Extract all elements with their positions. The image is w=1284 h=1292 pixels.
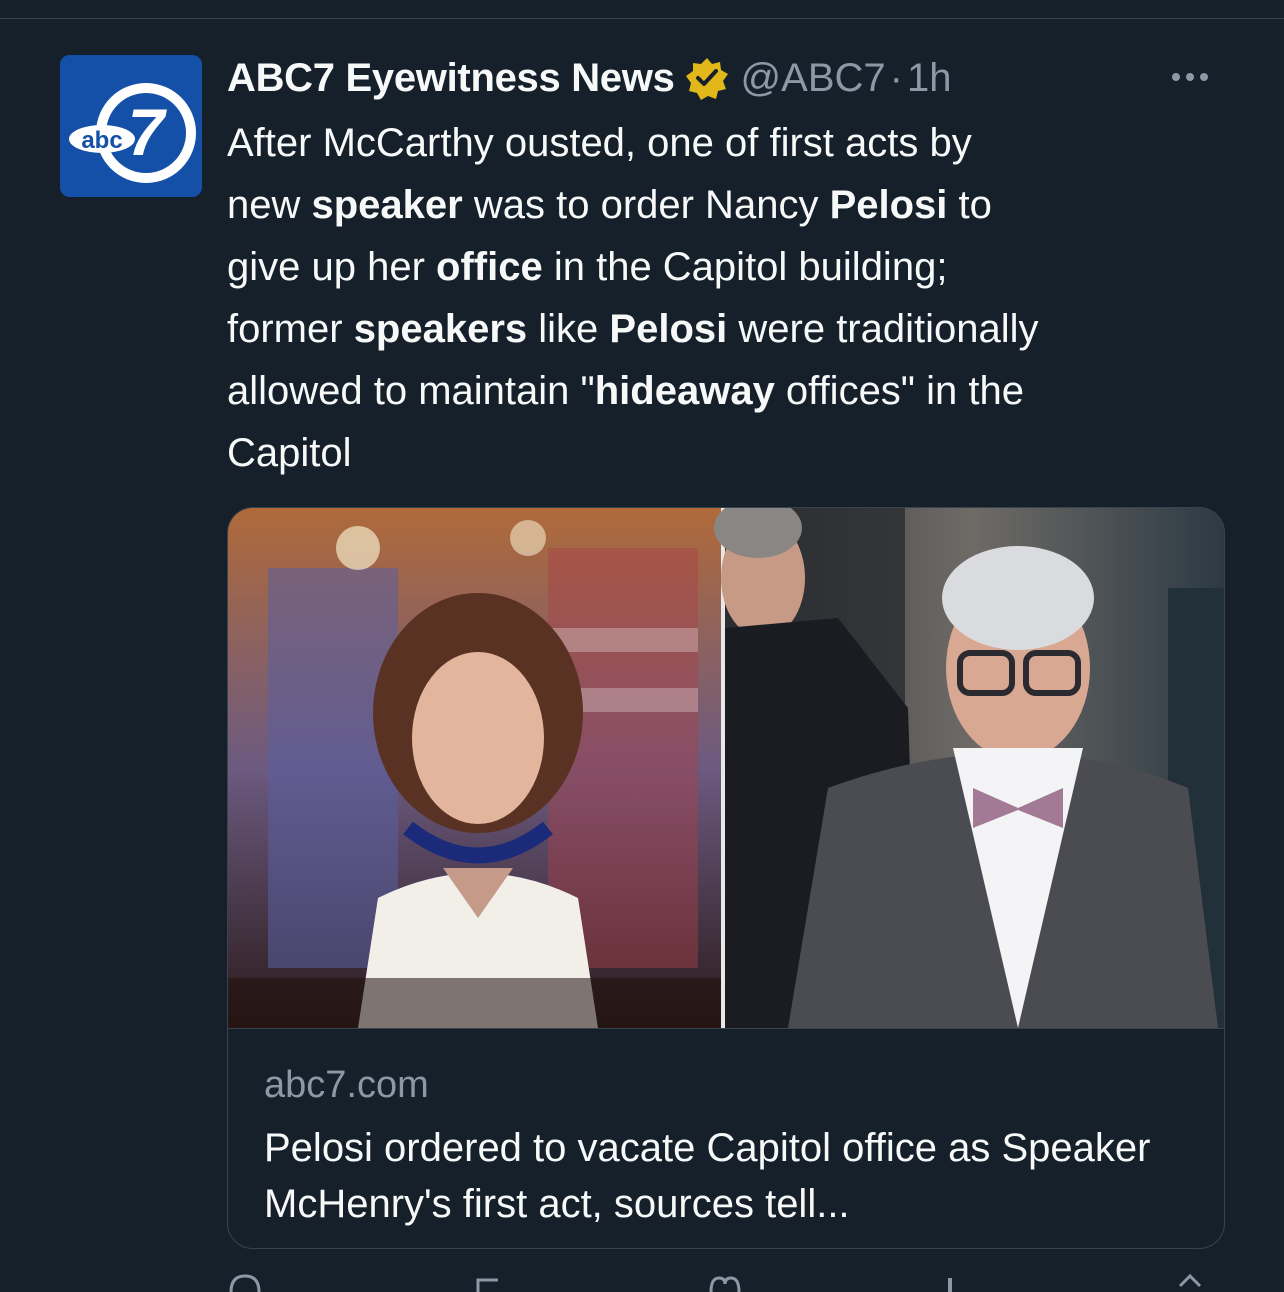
text-segment: was to order Nancy <box>462 183 830 227</box>
action-bar <box>227 1272 1227 1292</box>
author-handle[interactable]: @ABC7 <box>741 56 886 101</box>
avatar-logo-text: abc <box>81 127 122 154</box>
avatar[interactable]: 7 abc <box>60 55 202 197</box>
views-icon[interactable] <box>932 1272 968 1292</box>
text-segment: new <box>227 183 312 227</box>
like-icon[interactable] <box>707 1272 743 1292</box>
top-divider <box>0 18 1284 19</box>
tweet-text-line: former speakers like Pelosi were traditi… <box>227 298 1237 360</box>
highlighted-term: speaker <box>311 183 463 227</box>
avatar-logo-number: 7 <box>128 95 168 169</box>
tweet-text-line: allowed to maintain "hideaway offices" i… <box>227 360 1237 422</box>
highlighted-term: Pelosi <box>829 183 948 227</box>
verified-badge-icon <box>685 58 728 100</box>
text-segment: give up her <box>227 245 437 289</box>
text-segment: former <box>227 307 354 351</box>
abc7-logo-icon: 7 abc <box>60 55 202 197</box>
header-separator: · <box>889 55 903 100</box>
text-segment: like <box>527 307 610 351</box>
tweet-text-line: Capitol <box>227 422 1237 484</box>
tweet-timestamp[interactable]: 1h <box>907 56 952 101</box>
text-segment: to <box>947 183 992 227</box>
card-image <box>228 508 1224 1029</box>
tweet-header: ABC7 Eyewitness News @ABC7 · 1h <box>227 50 951 106</box>
text-segment: Capitol <box>227 431 352 475</box>
text-segment: After McCarthy ousted, one of first acts… <box>227 121 972 165</box>
card-domain: abc7.com <box>264 1064 429 1106</box>
author-name[interactable]: ABC7 Eyewitness News <box>227 56 675 101</box>
highlighted-term: hideaway <box>594 369 775 413</box>
retweet-icon[interactable] <box>472 1272 508 1292</box>
tweet-text: After McCarthy ousted, one of first acts… <box>227 112 1237 484</box>
text-segment: in the Capitol building; <box>542 245 948 289</box>
more-options-icon[interactable] <box>1172 62 1222 92</box>
link-card[interactable]: abc7.com Pelosi ordered to vacate Capito… <box>227 507 1225 1249</box>
highlighted-term: Pelosi <box>609 307 728 351</box>
tweet-text-line: new speaker was to order Nancy Pelosi to <box>227 174 1237 236</box>
text-segment: were traditionally <box>727 307 1039 351</box>
tweet-text-line: After McCarthy ousted, one of first acts… <box>227 112 1237 174</box>
text-segment: allowed to maintain " <box>227 369 595 413</box>
share-icon[interactable] <box>1172 1272 1208 1292</box>
highlighted-term: speakers <box>353 307 528 351</box>
reply-icon[interactable] <box>227 1272 263 1292</box>
tweet-text-line: give up her office in the Capitol buildi… <box>227 236 1237 298</box>
card-title[interactable]: Pelosi ordered to vacate Capitol office … <box>264 1120 1194 1232</box>
highlighted-term: office <box>436 245 543 289</box>
text-segment: offices" in the <box>774 369 1024 413</box>
